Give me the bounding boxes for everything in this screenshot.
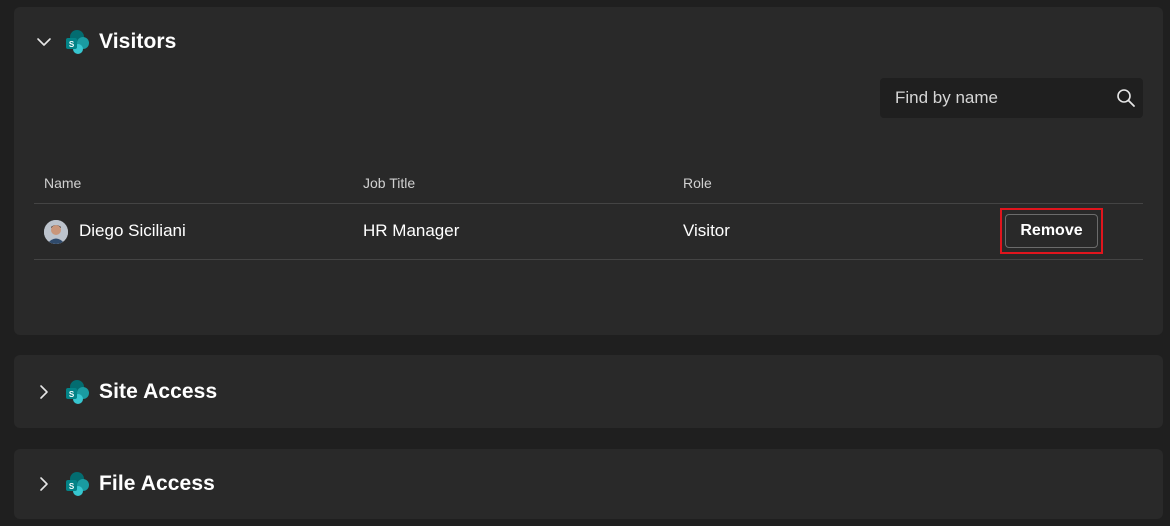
file-access-section: S File Access <box>14 449 1163 519</box>
table-row: Diego Siciliani HR Manager Visitor Remov… <box>34 204 1143 260</box>
visitors-section: S Visitors Name Job Title Role Di <box>14 7 1163 335</box>
column-header-role[interactable]: Role <box>683 175 712 191</box>
file-access-section-header[interactable]: S File Access <box>14 449 215 519</box>
section-title: Visitors <box>99 30 177 53</box>
search-icon[interactable] <box>1116 88 1136 108</box>
chevron-down-icon[interactable] <box>36 34 52 50</box>
sharepoint-icon: S <box>64 471 90 497</box>
chevron-right-icon[interactable] <box>36 384 52 400</box>
svg-text:S: S <box>69 40 75 49</box>
site-access-section-header[interactable]: S Site Access <box>14 355 217 428</box>
search-input[interactable] <box>895 88 1116 108</box>
member-role: Visitor <box>683 221 730 240</box>
svg-text:S: S <box>69 390 75 399</box>
section-title: File Access <box>99 472 215 495</box>
member-name: Diego Siciliani <box>79 221 186 240</box>
search-box[interactable] <box>880 78 1143 118</box>
members-table: Name Job Title Role Diego Siciliani HR M… <box>34 167 1143 260</box>
sharepoint-icon: S <box>64 379 90 405</box>
table-header: Name Job Title Role <box>34 167 1143 204</box>
sharepoint-icon: S <box>64 29 90 55</box>
column-header-job-title[interactable]: Job Title <box>363 175 415 191</box>
chevron-right-icon[interactable] <box>36 476 52 492</box>
section-title: Site Access <box>99 379 218 403</box>
remove-button-highlight: Remove <box>1000 208 1103 254</box>
site-access-section: S Site Access <box>14 355 1163 428</box>
member-job-title: HR Manager <box>363 221 460 240</box>
avatar <box>44 220 68 244</box>
visitors-section-header[interactable]: S Visitors <box>14 7 176 77</box>
svg-text:S: S <box>69 482 75 491</box>
remove-button[interactable]: Remove <box>1005 214 1098 248</box>
column-header-name[interactable]: Name <box>44 175 81 191</box>
